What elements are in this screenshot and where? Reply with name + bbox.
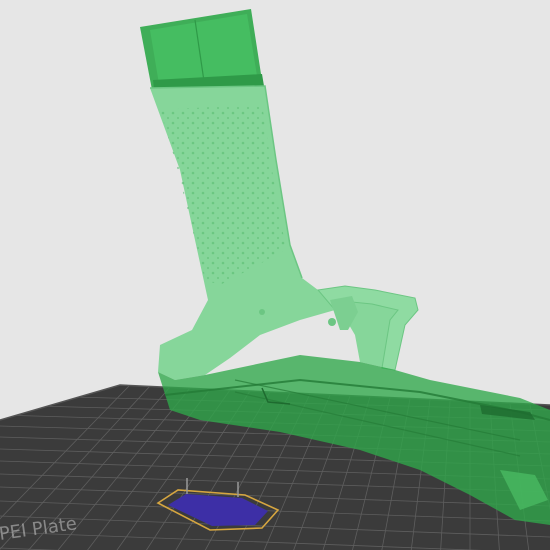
3d-viewport[interactable]: PEI Plate xyxy=(0,0,550,550)
scene-canvas[interactable]: PEI Plate xyxy=(0,0,550,550)
